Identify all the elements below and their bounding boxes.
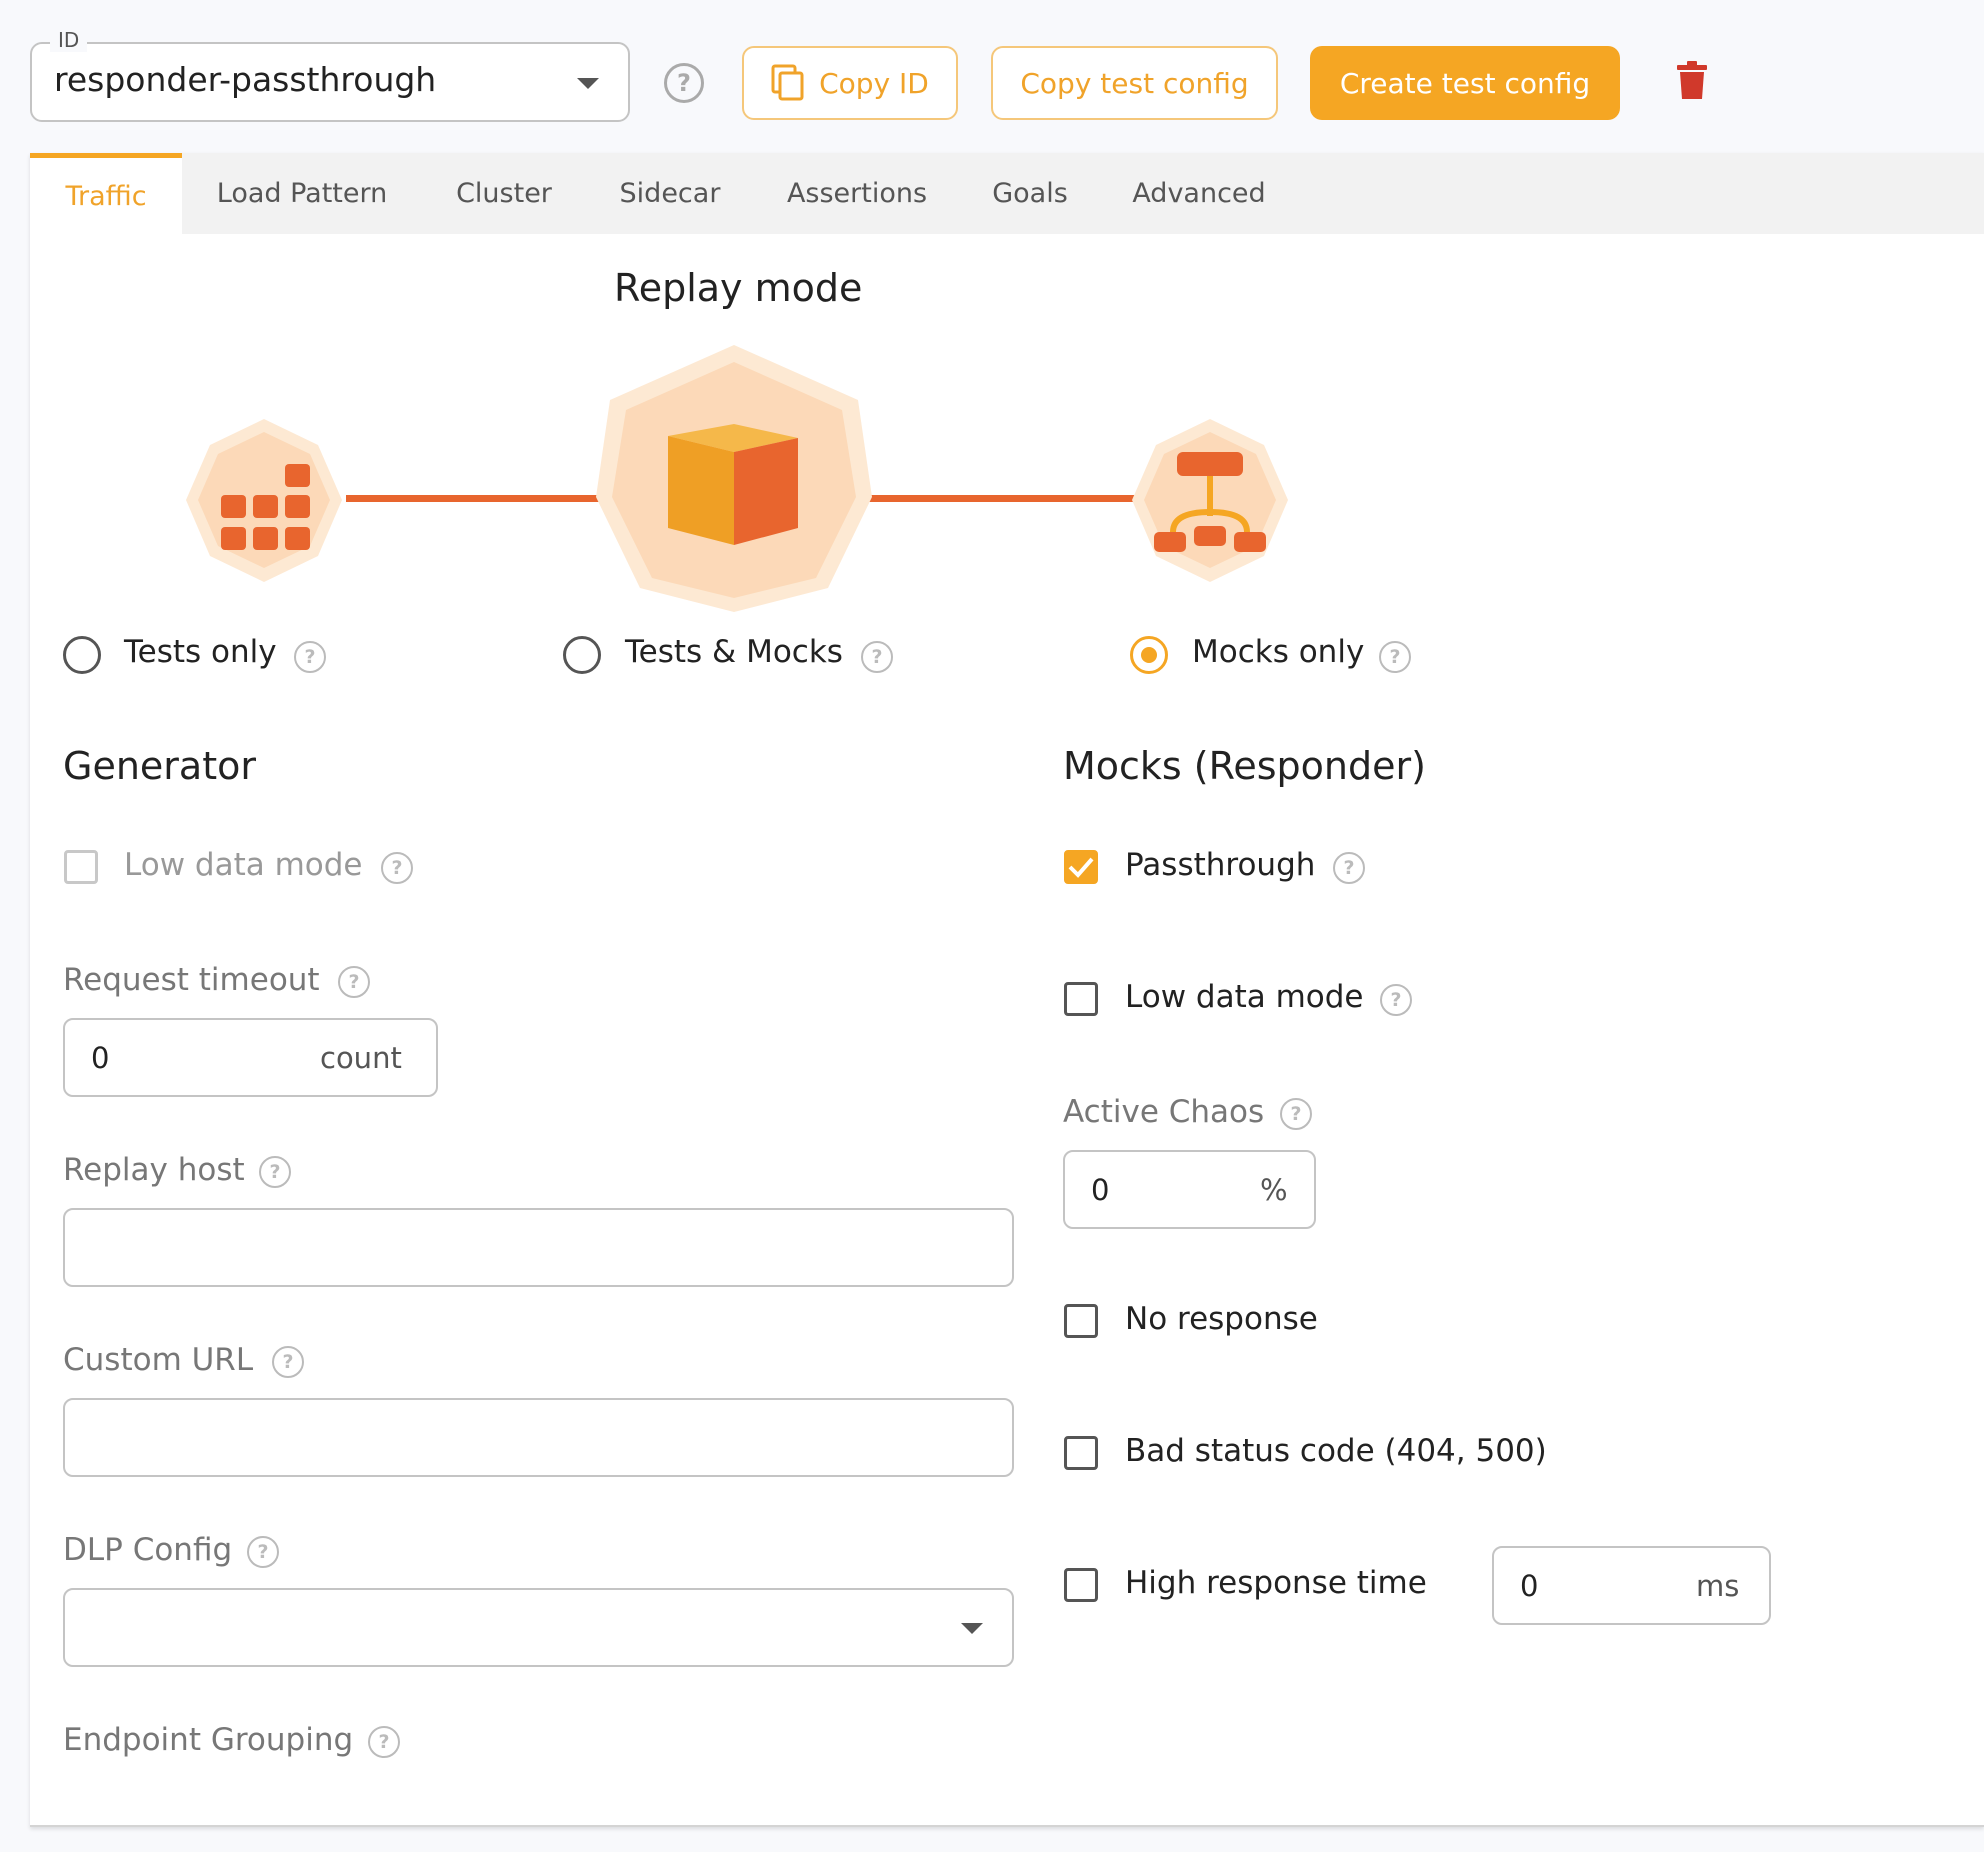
- request-timeout-label: Request timeout: [63, 962, 320, 998]
- copy-id-label: Copy ID: [819, 66, 929, 100]
- id-label: ID: [50, 28, 88, 52]
- dlp-config-label: DLP Config: [63, 1532, 233, 1568]
- request-timeout-value: 0: [91, 1041, 110, 1075]
- help-icon[interactable]: ?: [1333, 852, 1365, 884]
- help-icon[interactable]: ?: [272, 1346, 304, 1378]
- help-icon[interactable]: ?: [368, 1726, 400, 1758]
- tests-only-label: Tests only: [124, 634, 277, 670]
- tab-label: Goals: [992, 178, 1068, 209]
- mocks-low-data-mode-checkbox[interactable]: [1064, 982, 1098, 1016]
- help-icon[interactable]: ?: [1280, 1098, 1312, 1130]
- replay-host-input[interactable]: [63, 1208, 1014, 1287]
- tab-goals[interactable]: Goals: [968, 153, 1092, 234]
- passthrough-checkbox[interactable]: [1064, 850, 1098, 884]
- high-response-time-checkbox[interactable]: [1064, 1568, 1098, 1602]
- replay-mode-title: Replay mode: [614, 266, 863, 310]
- copy-test-config-button[interactable]: Copy test config: [991, 46, 1278, 120]
- tab-cluster[interactable]: Cluster: [430, 153, 578, 234]
- connector-line: [850, 495, 1136, 502]
- tab-label: Traffic: [65, 180, 147, 212]
- help-icon[interactable]: ?: [259, 1156, 291, 1188]
- check-icon: [1068, 857, 1094, 878]
- id-value: responder-passthrough: [54, 60, 437, 99]
- chevron-down-icon[interactable]: [577, 78, 599, 89]
- help-icon[interactable]: ?: [861, 641, 893, 673]
- tab-label: Sidecar: [619, 178, 721, 209]
- no-response-label: No response: [1125, 1301, 1318, 1337]
- request-timeout-unit: count: [320, 1041, 402, 1075]
- copy-id-button[interactable]: Copy ID: [742, 46, 958, 120]
- replay-host-label: Replay host: [63, 1152, 245, 1188]
- cube-icon: [596, 345, 872, 612]
- copy-test-config-label: Copy test config: [1020, 66, 1249, 100]
- endpoint-grouping-label: Endpoint Grouping: [63, 1722, 354, 1758]
- dlp-config-select[interactable]: [63, 1588, 1014, 1667]
- tab-advanced[interactable]: Advanced: [1108, 153, 1290, 234]
- help-icon[interactable]: ?: [1379, 641, 1411, 673]
- high-response-time-unit: ms: [1696, 1569, 1740, 1603]
- tab-load-pattern[interactable]: Load Pattern: [190, 153, 414, 234]
- tab-traffic[interactable]: Traffic: [30, 153, 182, 234]
- help-icon[interactable]: ?: [338, 966, 370, 998]
- mocks-low-data-mode-label: Low data mode: [1125, 979, 1364, 1015]
- tab-label: Cluster: [456, 178, 552, 209]
- generator-low-data-mode-label: Low data mode: [124, 847, 363, 883]
- tab-label: Assertions: [786, 178, 928, 209]
- passthrough-label: Passthrough: [1125, 847, 1316, 883]
- generator-title: Generator: [63, 744, 256, 788]
- mocks-only-label: Mocks only: [1192, 634, 1365, 670]
- help-icon[interactable]: ?: [381, 852, 413, 884]
- tab-label: Load Pattern: [216, 178, 388, 209]
- radio-tests-only[interactable]: [63, 636, 101, 674]
- radio-mocks-only[interactable]: [1130, 636, 1168, 674]
- chevron-down-icon[interactable]: [961, 1623, 983, 1634]
- custom-url-input[interactable]: [63, 1398, 1014, 1477]
- create-test-config-button[interactable]: Create test config: [1310, 46, 1620, 120]
- high-response-time-value: 0: [1520, 1569, 1539, 1603]
- grid-blocks-icon: [186, 419, 342, 582]
- generator-low-data-mode-checkbox[interactable]: [64, 850, 98, 884]
- hierarchy-icon: [1132, 419, 1288, 582]
- tab-assertions[interactable]: Assertions: [762, 153, 952, 234]
- trash-icon[interactable]: [1676, 60, 1708, 100]
- help-icon[interactable]: ?: [294, 641, 326, 673]
- help-icon[interactable]: ?: [1380, 984, 1412, 1016]
- high-response-time-label: High response time: [1125, 1565, 1427, 1601]
- active-chaos-label: Active Chaos: [1063, 1094, 1265, 1130]
- help-icon[interactable]: ?: [664, 63, 704, 103]
- create-test-config-label: Create test config: [1339, 66, 1591, 100]
- tests-and-mocks-label: Tests & Mocks: [625, 634, 843, 670]
- tab-label: Advanced: [1132, 178, 1266, 209]
- active-chaos-value: 0: [1091, 1173, 1110, 1207]
- copy-icon: [771, 64, 804, 101]
- mocks-title: Mocks (Responder): [1063, 744, 1426, 788]
- bad-status-code-label: Bad status code (404, 500): [1125, 1433, 1547, 1469]
- bad-status-code-checkbox[interactable]: [1064, 1436, 1098, 1470]
- no-response-checkbox[interactable]: [1064, 1304, 1098, 1338]
- replay-mode-diagram: [186, 345, 1288, 612]
- tab-sidecar[interactable]: Sidecar: [594, 153, 746, 234]
- radio-tests-and-mocks[interactable]: [563, 636, 601, 674]
- help-icon[interactable]: ?: [247, 1536, 279, 1568]
- custom-url-label: Custom URL: [63, 1342, 254, 1378]
- active-chaos-unit: %: [1260, 1173, 1288, 1207]
